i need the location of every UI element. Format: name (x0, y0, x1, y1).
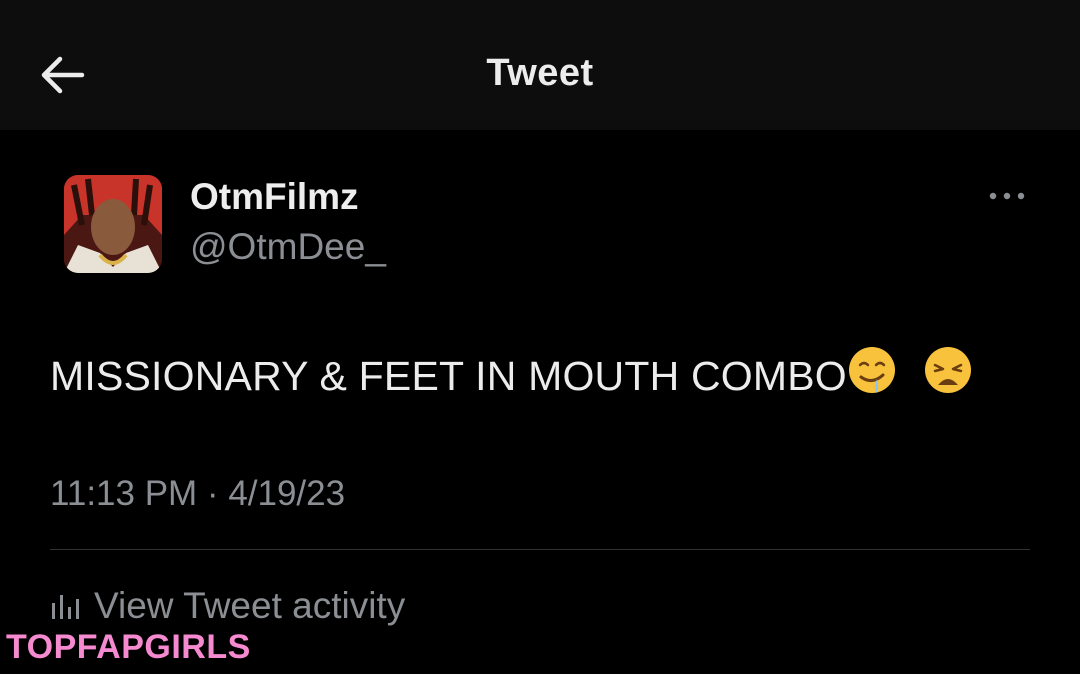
view-tweet-activity-label: View Tweet activity (94, 585, 406, 626)
tweet-text-content: MISSIONARY & FEET IN MOUTH COMBO (50, 353, 847, 399)
divider (50, 549, 1030, 550)
avatar-image (64, 175, 162, 273)
tweet-timestamp: 11:13 PM · 4/19/23 (50, 474, 346, 513)
view-tweet-activity-button[interactable]: View Tweet activity (50, 582, 405, 630)
watermark-logo: TOPFAPGIRLS (6, 628, 251, 666)
more-options-button[interactable] (984, 186, 1030, 206)
avatar[interactable] (64, 175, 162, 273)
user-handle[interactable]: @OtmDee_ (190, 226, 386, 268)
page-title: Tweet (486, 52, 594, 94)
tweet-text: MISSIONARY & FEET IN MOUTH COMBO (50, 347, 973, 405)
bar-chart-icon (50, 588, 82, 630)
top-bar: Tweet (0, 0, 1080, 130)
weary-face-emoji (923, 345, 973, 405)
display-name[interactable]: OtmFilmz (190, 176, 359, 218)
more-horizontal-icon (989, 192, 1025, 200)
drooling-face-emoji (847, 345, 897, 405)
